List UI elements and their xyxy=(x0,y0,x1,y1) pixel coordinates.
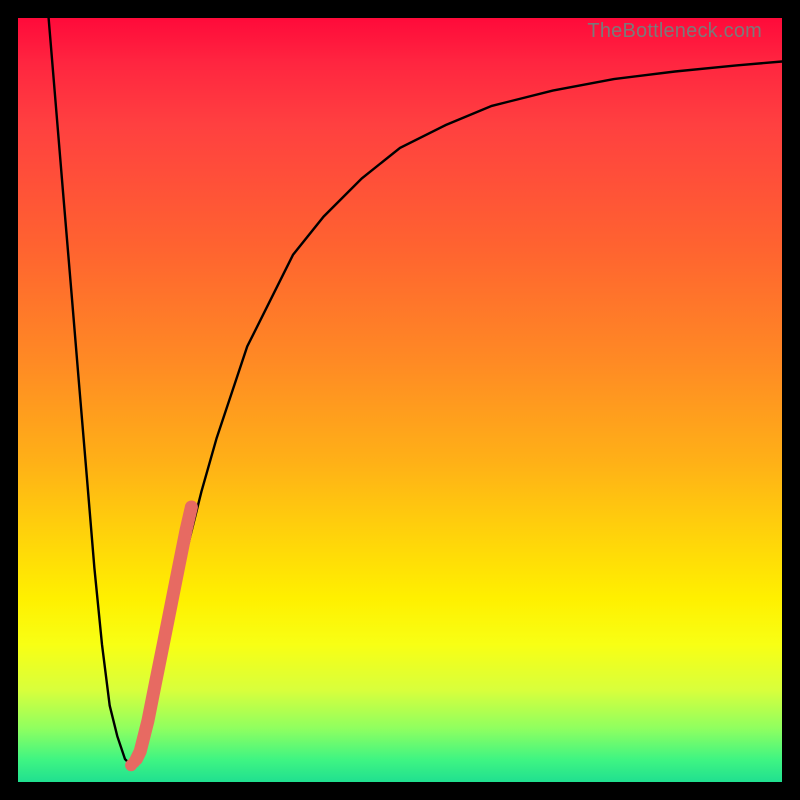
highlight-dot xyxy=(128,756,140,768)
chart-svg xyxy=(18,18,782,782)
highlight-segment xyxy=(136,507,191,759)
chart-frame: TheBottleneck.com xyxy=(0,0,800,800)
plot-area: TheBottleneck.com xyxy=(18,18,782,782)
highlight-dots xyxy=(125,756,140,771)
